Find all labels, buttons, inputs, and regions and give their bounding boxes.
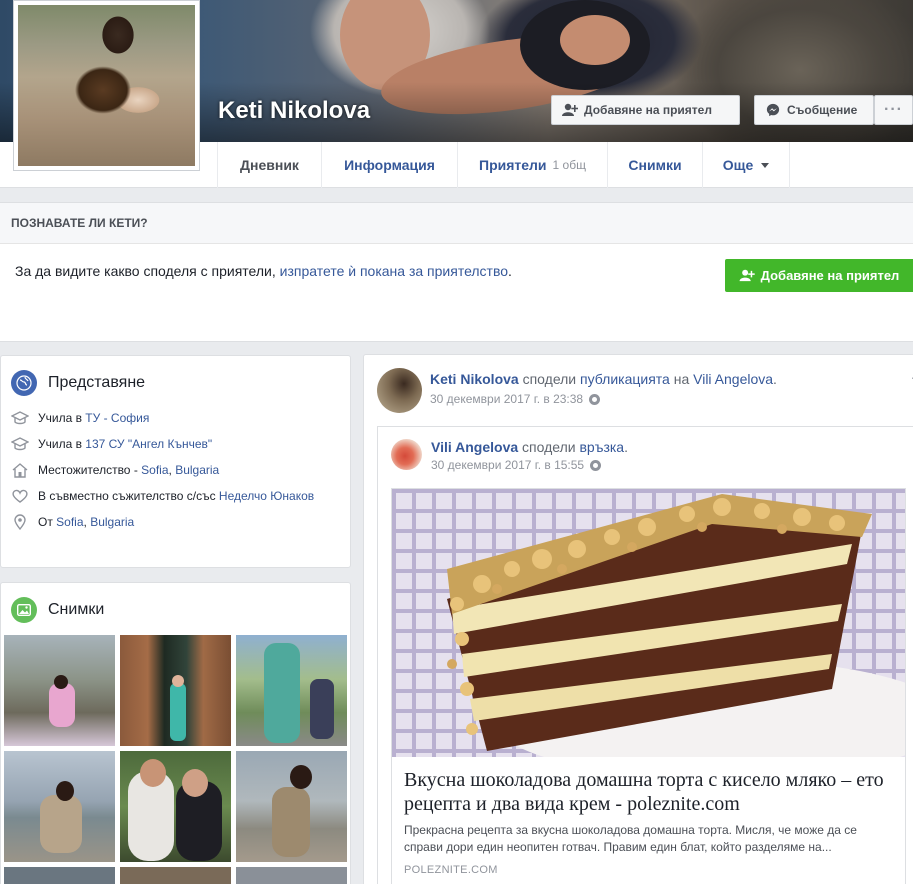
send-friend-request-link[interactable]: изпратете ѝ покана за приятелство (280, 263, 508, 279)
know-text: За да видите какво споделя с приятели, и… (15, 263, 512, 279)
intro-prefix: Местожителство - (38, 463, 142, 477)
post-headline: Keti Nikolova сподели публикацията на Vi… (430, 371, 777, 387)
photo-thumbnail[interactable] (236, 751, 347, 862)
know-header: ПОЗНАВАТЕ ЛИ КЕТИ? (0, 203, 913, 244)
tab-label: Снимки (628, 157, 682, 173)
post-end: . (773, 371, 777, 387)
shared-link-link[interactable]: връзка (579, 439, 624, 455)
link-domain: POLEZNITE.COM (404, 864, 498, 876)
public-globe-icon (589, 393, 601, 405)
photos-card: Снимки (0, 582, 351, 884)
mutual-friends-count: 1 общ (552, 158, 586, 172)
city-link[interactable]: Sofia (56, 515, 83, 529)
public-globe-icon (590, 459, 602, 471)
tab-label: Приятели (479, 157, 547, 173)
photo-thumbnail[interactable] (236, 867, 347, 884)
shared-timestamp[interactable]: 30 декември 2017 г. в 15:55 (431, 458, 584, 472)
photo-thumbnail[interactable] (4, 751, 115, 862)
partner-link[interactable]: Неделчо Юнаков (219, 489, 314, 503)
photo-thumbnail[interactable] (120, 635, 231, 746)
message-label: Съобщение (787, 103, 858, 117)
photo-thumbnail[interactable] (4, 635, 115, 746)
globe-icon (11, 370, 37, 396)
heart-icon (12, 489, 28, 503)
link-description: Прекрасна рецепта за вкусна шоколадова д… (404, 823, 857, 854)
add-friend-button[interactable]: Добавяне на приятел (551, 95, 740, 125)
original-author-link[interactable]: Vili Angelova (693, 371, 773, 387)
residence-row: Местожителство - Sofia, Bulgaria (11, 462, 340, 478)
post-timestamp[interactable]: 30 декември 2017 г. в 23:38 (430, 392, 583, 406)
graduation-cap-icon (11, 437, 29, 451)
photos-title: Снимки (48, 601, 105, 618)
shared-end: . (624, 439, 628, 455)
intro-card: Представяне Учила в ТУ - София Учила в 1… (0, 355, 351, 568)
profile-name[interactable]: Keti Nikolova (218, 97, 370, 125)
tab-more[interactable]: Още (702, 142, 790, 188)
shared-headline: Vili Angelova сподели връзка. (431, 439, 628, 455)
tab-label: Информация (344, 157, 435, 173)
timeline-post: Keti Nikolova сподели публикацията на Vi… (363, 354, 913, 884)
know-text-prefix: За да видите какво споделя с приятели, (15, 263, 280, 279)
shared-author-link[interactable]: Vili Angelova (431, 439, 518, 455)
shared-action: сподели (518, 439, 580, 455)
intro-prefix: Учила в (38, 411, 86, 425)
relationship-row: В съвместно съжителство с/със Неделчо Юн… (11, 488, 340, 504)
more-options-button[interactable]: ··· (874, 95, 913, 125)
shared-post-link[interactable]: публикацията (580, 371, 670, 387)
hometown-row: От Sofia, Bulgaria (11, 514, 340, 530)
location-pin-icon (14, 514, 26, 530)
link-title[interactable]: Вкусна шоколадова домашна торта с кисело… (404, 768, 893, 816)
chevron-down-icon (761, 162, 770, 168)
add-friend-icon (739, 269, 755, 282)
intro-prefix: От (38, 515, 57, 529)
city-link[interactable]: Sofia (141, 463, 168, 477)
tab-friends[interactable]: Приятели 1 общ (457, 142, 607, 188)
country-link[interactable]: Bulgaria (90, 515, 134, 529)
shared-author-avatar[interactable] (391, 439, 422, 470)
country-link[interactable]: Bulgaria (175, 463, 219, 477)
tab-about[interactable]: Информация (321, 142, 457, 188)
link-preview-image[interactable] (392, 489, 905, 757)
messenger-icon (766, 103, 780, 117)
know-text-suffix: . (508, 263, 512, 279)
know-panel: ПОЗНАВАТЕ ЛИ КЕТИ? За да видите какво сп… (0, 202, 913, 342)
link-preview-card[interactable]: Вкусна шоколадова домашна торта с кисело… (391, 488, 906, 884)
photos-icon (11, 597, 37, 623)
message-button[interactable]: Съобщение (754, 95, 874, 125)
intro-prefix: В съвместно съжителство с/със (38, 489, 219, 503)
add-friend-label: Добавяне на приятел (760, 268, 900, 283)
school-link[interactable]: 137 СУ "Ангел Кънчев" (85, 437, 212, 451)
post-action: сподели (518, 371, 581, 387)
tab-label: Още (722, 157, 754, 173)
photo-thumbnail[interactable] (236, 635, 347, 746)
education-row: Учила в 137 СУ "Ангел Кънчев" (11, 436, 340, 452)
add-friend-icon (562, 103, 578, 116)
author-avatar[interactable] (377, 368, 422, 413)
tab-timeline[interactable]: Дневник (217, 142, 321, 188)
tab-photos[interactable]: Снимки (607, 142, 702, 188)
more-dots: ··· (884, 101, 903, 118)
tab-label: Дневник (240, 157, 299, 173)
author-link[interactable]: Keti Nikolova (430, 371, 519, 387)
graduation-cap-icon (11, 411, 29, 425)
home-icon (12, 463, 28, 478)
add-friend-label: Добавяне на приятел (584, 103, 712, 117)
photo-thumbnail[interactable] (4, 867, 115, 884)
profile-picture[interactable] (13, 0, 200, 171)
shared-post: Vili Angelova сподели връзка. 30 декемвр… (377, 426, 913, 884)
intro-title: Представяне (48, 374, 146, 391)
post-on: на (669, 371, 694, 387)
photo-thumbnail[interactable] (120, 867, 231, 884)
school-link[interactable]: ТУ - София (85, 411, 149, 425)
photo-thumbnail[interactable] (120, 751, 231, 862)
intro-prefix: Учила в (38, 437, 86, 451)
education-row: Учила в ТУ - София (11, 410, 340, 426)
add-friend-green-button[interactable]: Добавяне на приятел (725, 259, 913, 292)
